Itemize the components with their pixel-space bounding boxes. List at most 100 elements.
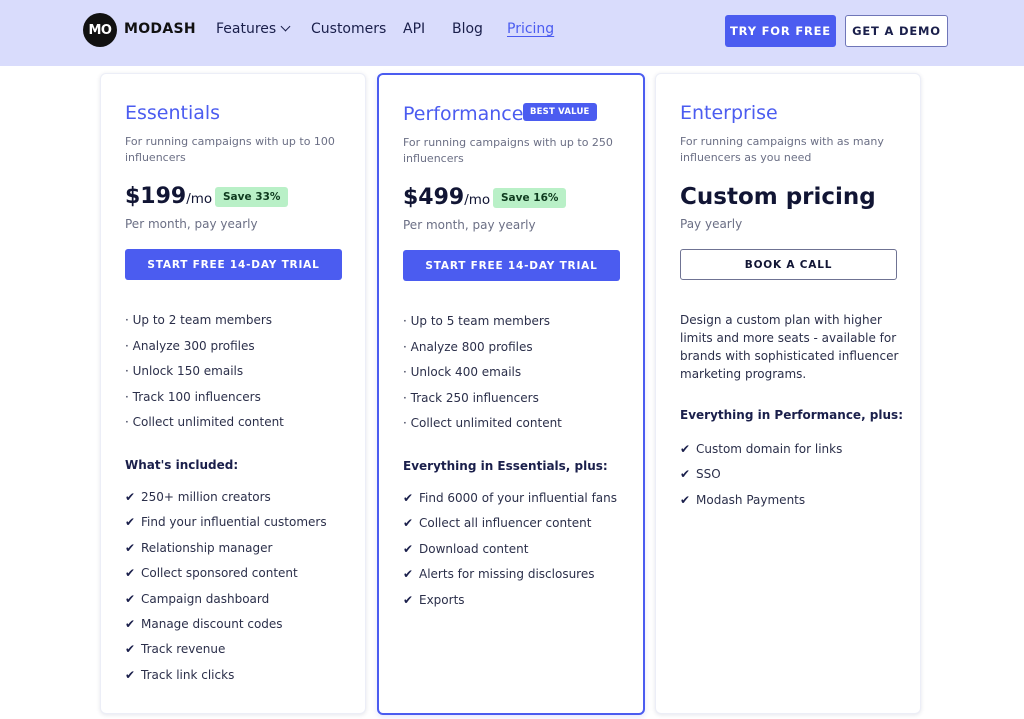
- feature-label: Download content: [419, 541, 529, 556]
- limit-item: · Analyze 300 profiles: [125, 338, 255, 353]
- modash-logo[interactable]: MO: [83, 13, 117, 47]
- feature-item: ✔ Collect all influencer content: [403, 515, 617, 540]
- check-icon: ✔: [125, 540, 136, 555]
- limit-item: · Track 100 influencers: [125, 389, 261, 404]
- top-nav-bar: MO MODASH Features Customers API Blog Pr…: [0, 0, 1024, 66]
- feature-label: Track link clicks: [141, 667, 235, 682]
- check-icon: ✔: [125, 566, 136, 581]
- chevron-down-icon: [280, 21, 291, 32]
- billing-note: Per month, pay yearly: [125, 217, 258, 231]
- feature-label: Relationship manager: [141, 540, 273, 555]
- feature-item: ✔ Modash Payments: [680, 492, 842, 517]
- feature-label: Collect sponsored content: [141, 566, 298, 581]
- check-icon: ✔: [125, 667, 136, 682]
- plan-price: $199/mo: [125, 184, 212, 209]
- feature-item: ✔ Exports: [403, 592, 617, 617]
- feature-item: ✔ Custom domain for links: [680, 441, 842, 466]
- limit-item: · Collect unlimited content: [403, 416, 562, 430]
- plan-card-performance: Performance BEST VALUE For running campa…: [377, 73, 645, 715]
- plan-limits: · Up to 2 team members · Analyze 300 pro…: [125, 312, 284, 440]
- feature-item: ✔ Download content: [403, 541, 617, 566]
- feature-label: Custom domain for links: [696, 442, 843, 456]
- feature-item: ✔ 250+ million creators: [125, 489, 327, 514]
- limit-item: · Up to 2 team members: [125, 313, 273, 327]
- get-a-demo-button[interactable]: GET A DEMO: [845, 15, 948, 47]
- nav-features[interactable]: Features: [216, 21, 291, 37]
- limit-item: · Unlock 150 emails: [125, 364, 244, 378]
- check-icon: ✔: [403, 592, 414, 607]
- billing-note: Per month, pay yearly: [403, 218, 536, 232]
- custom-pricing-label: Custom pricing: [680, 184, 876, 210]
- feature-label: Collect all influencer content: [419, 516, 592, 531]
- check-icon: ✔: [680, 492, 691, 507]
- feature-item: ✔ Find 6000 of your influential fans: [403, 490, 617, 515]
- feature-list: ✔ Custom domain for links ✔ SSO ✔ Modash Pa…: [680, 441, 842, 517]
- feature-item: ✔ Track revenue: [125, 641, 327, 666]
- nav-blog[interactable]: Blog: [452, 21, 483, 37]
- plan-title: Essentials: [125, 102, 221, 124]
- feature-label: Track revenue: [141, 642, 226, 657]
- enterprise-description: Design a custom plan with higher limits …: [680, 313, 899, 381]
- limit-item: · Analyze 800 profiles: [403, 339, 533, 354]
- feature-list: ✔ 250+ million creators ✔ Find your influe…: [125, 489, 327, 692]
- feature-item: ✔ Collect sponsored content: [125, 565, 327, 590]
- feature-label: SSO: [696, 467, 721, 482]
- price-period: /mo: [464, 192, 491, 208]
- plan-card-essentials: Essentials For running campaigns with up…: [100, 73, 366, 714]
- feature-item: ✔ Alerts for missing disclosures: [403, 566, 617, 591]
- nav-customers[interactable]: Customers: [311, 21, 386, 37]
- start-trial-button[interactable]: START FREE 14-DAY TRIAL: [125, 249, 342, 280]
- limit-item: · Up to 5 team members: [403, 314, 551, 328]
- plan-description: For running campaigns with as many influ…: [680, 135, 884, 164]
- limit-item: · Collect unlimited content: [125, 415, 284, 429]
- plan-title: Performance: [403, 103, 524, 125]
- plan-price: $499/mo: [403, 185, 490, 210]
- limit-item: · Track 250 influencers: [403, 390, 539, 405]
- plan-title: Enterprise: [680, 102, 778, 124]
- nav-pricing[interactable]: Pricing: [507, 21, 554, 37]
- features-heading: Everything in Essentials, plus:: [403, 459, 608, 473]
- start-trial-button[interactable]: START FREE 14-DAY TRIAL: [403, 250, 620, 281]
- check-icon: ✔: [403, 567, 414, 582]
- check-icon: ✔: [680, 442, 691, 456]
- try-for-free-button[interactable]: TRY FOR FREE: [725, 15, 836, 47]
- feature-label: Modash Payments: [696, 492, 806, 507]
- save-badge: Save 16%: [493, 188, 567, 208]
- check-icon: ✔: [125, 515, 136, 530]
- feature-label: 250+ million creators: [141, 490, 271, 504]
- feature-label: Campaign dashboard: [141, 591, 270, 606]
- plan-description: For running campaigns with up to 100 inf…: [125, 135, 335, 164]
- feature-item: ✔ Relationship manager: [125, 540, 327, 565]
- nav-api[interactable]: API: [403, 21, 425, 37]
- limit-item: · Unlock 400 emails: [403, 365, 522, 379]
- plan-description: For running campaigns with up to 250 inf…: [403, 136, 613, 165]
- plan-card-enterprise: Enterprise For running campaigns with as…: [655, 73, 921, 714]
- book-a-call-button[interactable]: BOOK A CALL: [680, 249, 897, 280]
- feature-item: ✔ Campaign dashboard: [125, 591, 327, 616]
- save-badge: Save 33%: [215, 187, 289, 207]
- feature-list: ✔ Find 6000 of your influential fans ✔ Col…: [403, 490, 617, 617]
- check-icon: ✔: [403, 491, 414, 505]
- features-heading: Everything in Performance, plus:: [680, 408, 903, 422]
- billing-note: Pay yearly: [680, 217, 743, 231]
- feature-label: Find your influential customers: [141, 515, 327, 530]
- nav-features-label: Features: [216, 21, 277, 37]
- feature-item: ✔ Track link clicks: [125, 667, 327, 692]
- check-icon: ✔: [403, 541, 414, 556]
- brand-name[interactable]: MODASH: [124, 21, 196, 37]
- plan-limits: · Up to 5 team members · Analyze 800 pro…: [403, 313, 562, 441]
- feature-label: Alerts for missing disclosures: [419, 567, 595, 582]
- feature-item: ✔ Find your influential customers: [125, 514, 327, 539]
- check-icon: ✔: [680, 467, 691, 482]
- price-amount: $499: [403, 185, 465, 210]
- feature-label: Exports: [419, 592, 465, 607]
- features-heading: What's included:: [125, 458, 239, 472]
- feature-item: ✔ SSO: [680, 466, 842, 491]
- check-icon: ✔: [125, 642, 136, 657]
- check-icon: ✔: [125, 591, 136, 606]
- check-icon: ✔: [125, 490, 136, 504]
- price-period: /mo: [186, 191, 213, 207]
- feature-label: Manage discount codes: [141, 616, 283, 631]
- price-amount: $199: [125, 184, 187, 209]
- check-icon: ✔: [125, 616, 136, 631]
